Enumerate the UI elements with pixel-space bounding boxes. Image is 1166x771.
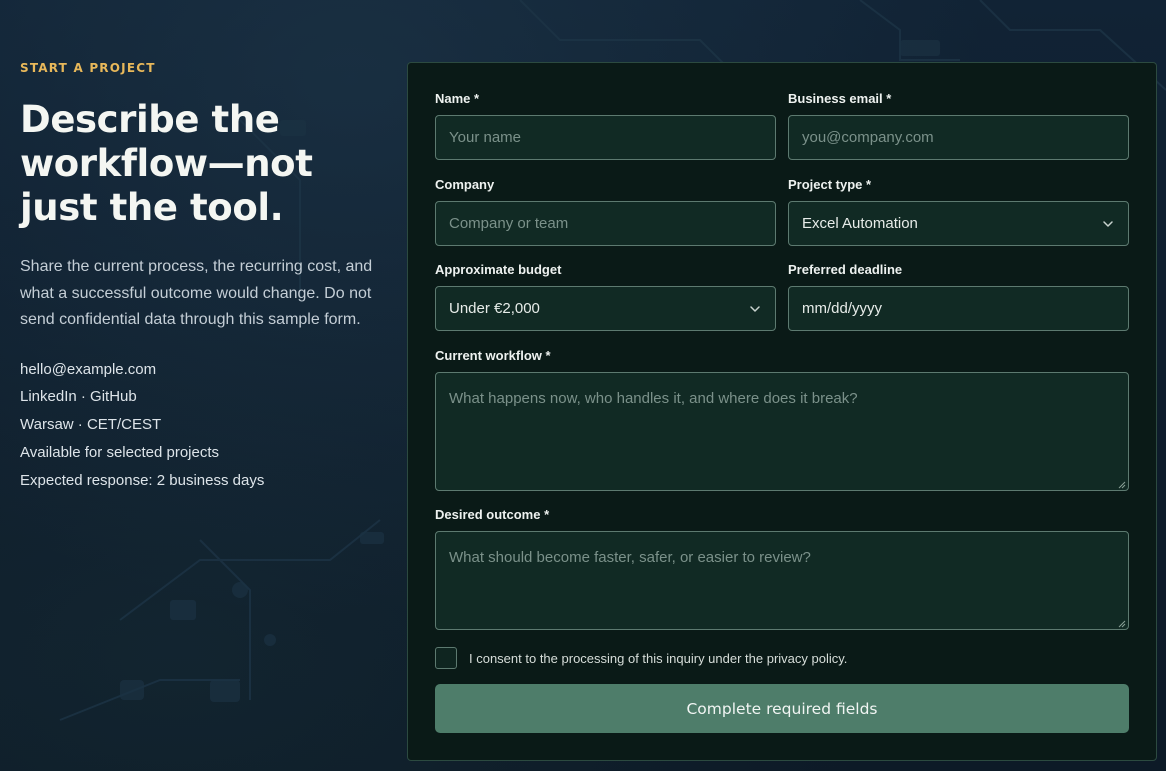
outcome-textarea[interactable]: [435, 531, 1129, 630]
workflow-textarea[interactable]: [435, 372, 1129, 491]
deadline-date-input[interactable]: mm/dd/yyyy: [788, 286, 1129, 331]
intro-description: Share the current process, the recurring…: [20, 258, 373, 328]
contact-list: hello@example.com LinkedIn · GitHub Wars…: [20, 356, 390, 495]
consent-label[interactable]: I consent to the processing of this inqu…: [469, 651, 847, 666]
company-label: Company: [435, 177, 495, 192]
consent-row: I consent to the processing of this inqu…: [435, 647, 847, 669]
consent-checkbox[interactable]: [435, 647, 457, 669]
project-type-label: Project type *: [788, 177, 872, 192]
contact-location: Warsaw · CET/CEST: [20, 416, 162, 434]
contact-social-links[interactable]: LinkedIn · GitHub: [20, 383, 390, 411]
project-type-field-group: Project type * Excel Automation: [788, 176, 1129, 246]
deadline-value: mm/dd/yyyy: [802, 300, 883, 317]
resize-handle-icon[interactable]: [1116, 618, 1126, 628]
budget-select[interactable]: Under €2,000: [435, 286, 776, 331]
email-input[interactable]: [788, 115, 1129, 160]
contact-email[interactable]: hello@example.com: [20, 356, 390, 384]
chevron-down-icon: [750, 306, 760, 312]
email-field-group: Business email *: [788, 90, 1129, 160]
contact-response-time: Expected response: 2 business days: [20, 471, 265, 489]
name-field-group: Name *: [435, 90, 776, 160]
outcome-field-group: Desired outcome *: [435, 506, 1129, 630]
company-input[interactable]: [435, 201, 776, 246]
resize-handle-icon[interactable]: [1116, 479, 1126, 489]
email-label: Business email *: [788, 91, 892, 106]
workflow-field-group: Current workflow *: [435, 347, 1129, 491]
deadline-field-group: Preferred deadline mm/dd/yyyy: [788, 261, 1129, 331]
contact-availability: Available for selected projects: [20, 443, 219, 461]
outcome-label: Desired outcome *: [435, 507, 550, 522]
company-field-group: Company: [435, 176, 776, 246]
eyebrow-label: START A PROJECT: [20, 61, 156, 75]
deadline-label: Preferred deadline: [788, 262, 903, 277]
name-input[interactable]: [435, 115, 776, 160]
budget-value: Under €2,000: [449, 300, 540, 317]
intro-section: START A PROJECT Describe the workflow—no…: [20, 58, 390, 494]
budget-field-group: Approximate budget Under €2,000: [435, 261, 776, 331]
page-title: Describe the workflow—not just the tool.: [20, 98, 313, 229]
name-label: Name *: [435, 91, 480, 106]
chevron-down-icon: [1103, 221, 1113, 227]
submit-button[interactable]: Complete required fields: [435, 684, 1129, 733]
project-type-select[interactable]: Excel Automation: [788, 201, 1129, 246]
project-type-value: Excel Automation: [802, 215, 918, 232]
project-inquiry-form: Name * Business email * Company Project …: [407, 62, 1157, 761]
workflow-label: Current workflow *: [435, 348, 551, 363]
budget-label: Approximate budget: [435, 262, 562, 277]
